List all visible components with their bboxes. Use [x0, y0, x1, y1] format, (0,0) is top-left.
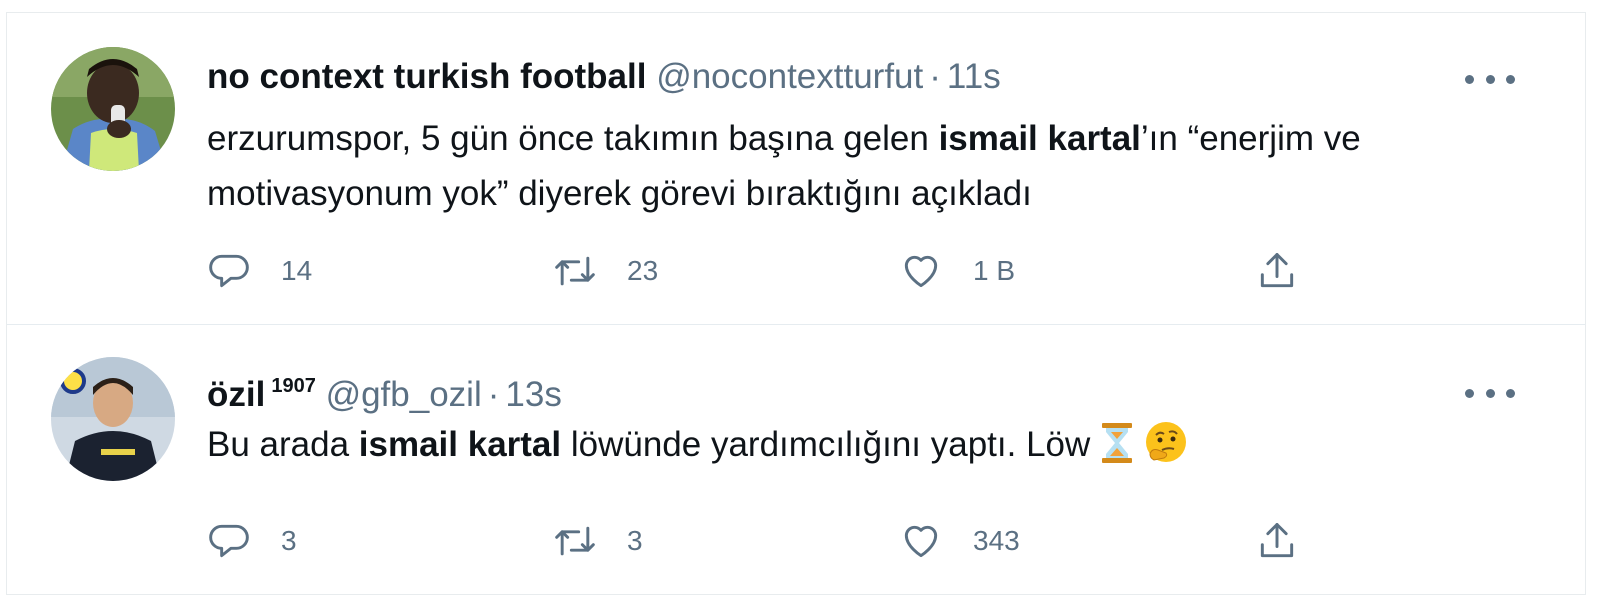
like-count: 343 [973, 525, 1020, 556]
tweet-text: erzurumspor, 5 gün önce takımın başına g… [207, 111, 1537, 221]
tweet-text-part: Bu arada [207, 425, 359, 464]
share-icon [1255, 519, 1299, 563]
retweet-icon [553, 249, 597, 293]
tweet-text-bold: ismail kartal [358, 425, 562, 464]
more-dot-icon [1506, 74, 1515, 84]
display-name[interactable]: no context turkish football [207, 57, 646, 96]
share-button[interactable] [1255, 515, 1299, 567]
hourglass-icon [1100, 422, 1134, 480]
tweet-text-part: erzurumspor, 5 gün önce takımın başına g… [207, 119, 939, 158]
avatar[interactable] [51, 47, 175, 171]
user-handle[interactable]: @gfb_ozil [326, 375, 482, 414]
retweet-count: 23 [627, 255, 659, 286]
like-button[interactable]: 343 [899, 515, 1020, 567]
more-dot-icon [1465, 388, 1474, 398]
tweet-text: Bu arada ismail kartal löwünde yardımcıl… [207, 417, 1537, 480]
more-dot-icon [1506, 388, 1515, 398]
heart-icon [899, 519, 943, 563]
reply-button[interactable]: 14 [207, 245, 312, 297]
like-count: 1 B [973, 255, 1016, 286]
avatar[interactable] [51, 357, 175, 481]
share-icon [1255, 249, 1299, 293]
retweet-count: 3 [627, 525, 643, 556]
reply-icon [207, 249, 251, 293]
more-dot-icon [1465, 74, 1474, 84]
tweet[interactable]: özil 1907 @gfb_ozil · 13s Bu arada ismail k… [7, 325, 1585, 595]
more-options-button[interactable] [1465, 383, 1515, 403]
thinking-face-icon [1144, 420, 1188, 480]
tweet-actions: 3 3 343 [207, 515, 1327, 567]
reply-button[interactable]: 3 [207, 515, 297, 567]
more-dot-icon [1485, 74, 1495, 84]
timestamp[interactable]: 13s [505, 375, 561, 414]
like-button[interactable]: 1 B [899, 245, 1015, 297]
retweet-button[interactable]: 23 [553, 245, 658, 297]
more-dot-icon [1485, 388, 1495, 398]
retweet-button[interactable]: 3 [553, 515, 643, 567]
display-name[interactable]: özil 1907 [207, 375, 316, 414]
tweet[interactable]: no context turkish football @nocontexttu… [7, 13, 1585, 325]
more-options-button[interactable] [1465, 69, 1515, 89]
tweet-text-bold: ismail kartal [938, 119, 1141, 158]
separator-dot: · [487, 375, 500, 414]
tweet-header: no context turkish football @nocontexttu… [207, 57, 1001, 97]
reply-count: 3 [281, 525, 297, 556]
tweet-text-part: löwünde yardımcılığını yaptı. Löw [561, 425, 1101, 464]
reply-count: 14 [281, 255, 313, 286]
user-handle[interactable]: @nocontextturfut [656, 57, 923, 96]
heart-icon [899, 249, 943, 293]
share-button[interactable] [1255, 245, 1299, 297]
timeline: no context turkish football @nocontexttu… [6, 12, 1586, 595]
tweet-header: özil 1907 @gfb_ozil · 13s [207, 366, 562, 415]
separator-dot: · [929, 57, 941, 96]
retweet-icon [553, 519, 597, 563]
reply-icon [207, 519, 251, 563]
name-badge: 1907 [271, 375, 316, 397]
tweet-actions: 14 23 1 B [207, 245, 1327, 297]
timestamp[interactable]: 11s [947, 57, 1001, 96]
